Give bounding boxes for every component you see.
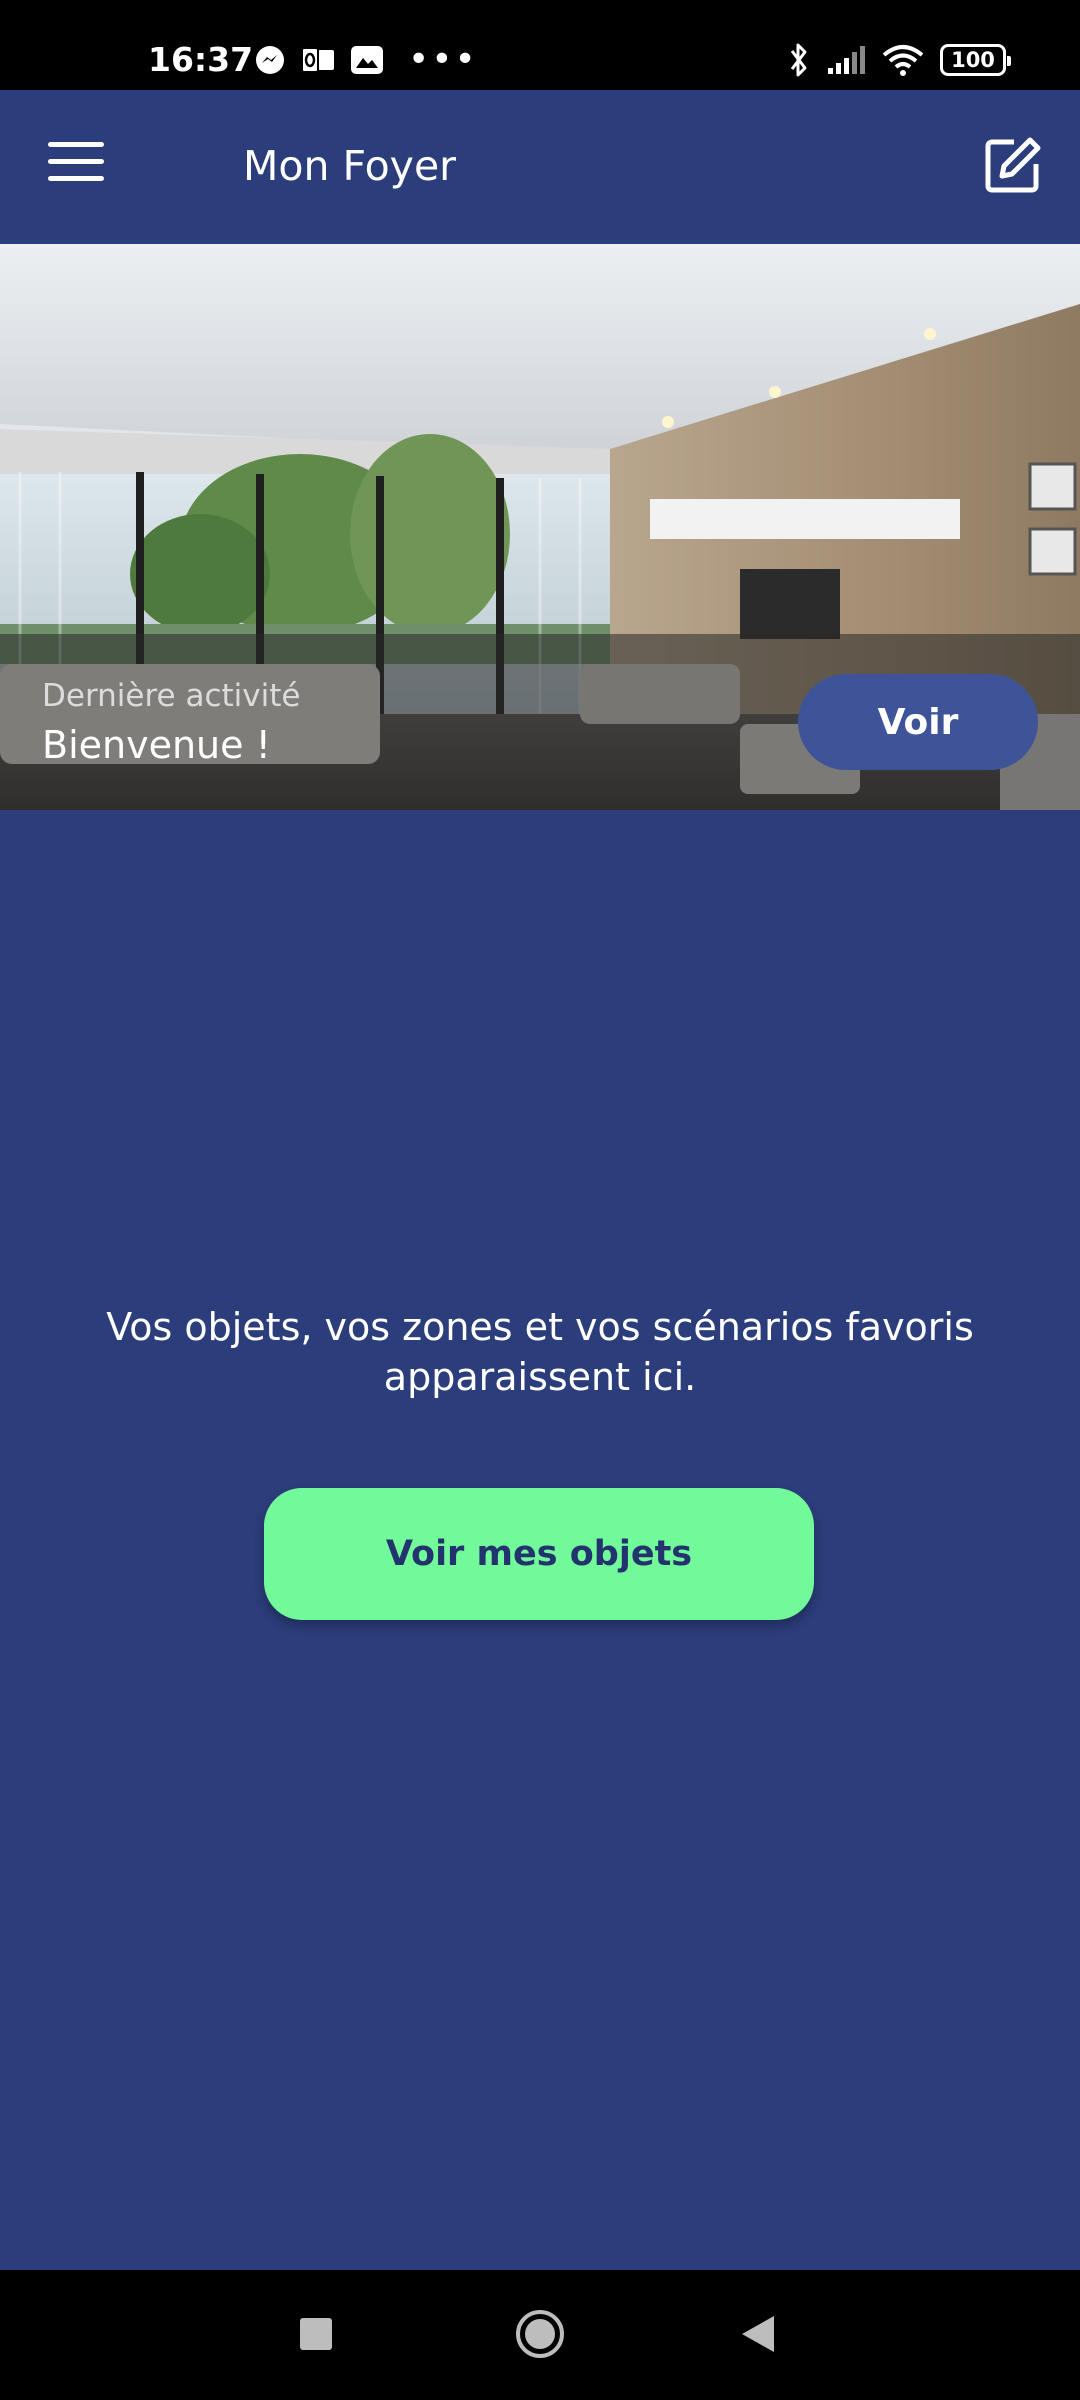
hamburger-menu-icon[interactable] [48,142,104,192]
home-icon[interactable] [516,2310,564,2358]
outlook-icon [300,44,336,76]
wifi-icon [882,43,924,77]
status-bar: 16:37 ••• 100 [0,0,1080,90]
voir-button[interactable]: Voir [798,674,1038,770]
empty-favorites-message: Vos objets, vos zones et vos scénarios f… [106,1305,974,1399]
edit-icon[interactable] [984,136,1042,194]
back-icon[interactable] [742,2316,774,2352]
system-nav-bar [0,2270,1080,2400]
more-dots-icon: ••• [408,39,478,80]
recents-icon[interactable] [300,2318,332,2350]
signal-icon [826,44,866,76]
page-title: Mon Foyer [243,142,457,190]
status-icons-left: ••• [254,40,478,80]
messenger-icon [254,44,286,76]
app-bar: Mon Foyer [0,90,1080,244]
voir-mes-objets-button[interactable]: Voir mes objets [264,1488,814,1620]
battery-icon: 100 [940,44,1011,76]
image-icon [350,44,384,76]
bluetooth-icon [788,42,810,78]
status-time: 16:37 [148,40,254,79]
last-activity-label: Dernière activité [42,678,301,714]
status-icons-right: 100 [788,40,1011,80]
hero-banner: Dernière activité Bienvenue ! Voir [0,244,1080,810]
battery-level: 100 [951,48,995,72]
last-activity-value: Bienvenue ! [42,723,271,767]
